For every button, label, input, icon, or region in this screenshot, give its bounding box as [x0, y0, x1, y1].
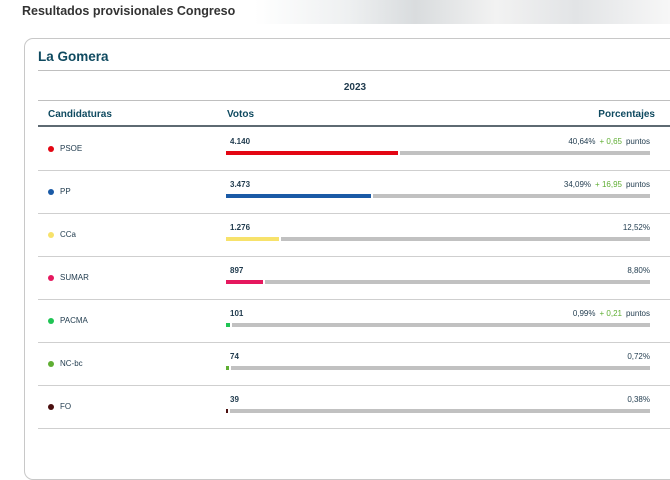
bar-gap: [263, 280, 265, 284]
party-color-dot: [48, 318, 54, 324]
party-row[interactable]: FO 39 0,38%: [38, 385, 670, 429]
delta-unit: puntos: [625, 180, 650, 189]
percentage-cell: 0,38%: [627, 395, 650, 404]
bar-gap: [279, 237, 281, 241]
bar-gap: [398, 151, 400, 155]
bar-gap: [228, 409, 230, 413]
percentage-value: 0,99%: [572, 309, 596, 318]
percentage-value: 0,38%: [627, 395, 650, 404]
party-color-dot: [48, 189, 54, 195]
percentage-cell: 8,80%: [627, 266, 650, 275]
percentage-cell: 0,72%: [627, 352, 650, 361]
bar-gap: [371, 194, 373, 198]
party-row[interactable]: PSOE 4.140 40,64% + 0,65 puntos: [38, 127, 670, 171]
column-header-candidaturas: Candidaturas: [48, 109, 112, 120]
party-color-dot: [48, 146, 54, 152]
party-row[interactable]: NC-bc 74 0,72%: [38, 342, 670, 386]
vote-share-fill: [226, 151, 398, 155]
vote-count: 1.276: [230, 223, 251, 232]
bar-gap: [230, 323, 232, 327]
vote-count: 4.140: [230, 137, 251, 146]
column-header-votos: Votos: [227, 109, 255, 120]
delta-value: + 16,95: [595, 180, 622, 189]
vote-share-bar: [226, 237, 650, 241]
delta-value: + 0,65: [599, 137, 622, 146]
vote-count: 897: [230, 266, 244, 275]
vote-count: 3.473: [230, 180, 251, 189]
party-color-dot: [48, 275, 54, 281]
column-header-porcentajes: Porcentajes: [598, 109, 655, 120]
percentage-value: 34,09%: [563, 180, 592, 189]
top-banner: Resultados provisionales Congreso: [0, 0, 670, 24]
percentage-value: 12,52%: [622, 223, 650, 232]
party-color-dot: [48, 232, 54, 238]
page-title: Resultados provisionales Congreso: [22, 4, 236, 18]
bar-gap: [229, 366, 231, 370]
vote-share-bar: [226, 194, 650, 198]
vote-share-bar: [226, 280, 650, 284]
party-name: SUMAR: [60, 273, 89, 282]
vote-share-bar: [226, 151, 650, 155]
party-row[interactable]: SUMAR 897 8,80%: [38, 256, 670, 300]
party-name: FO: [60, 402, 72, 411]
percentage-value: 0,72%: [627, 352, 650, 361]
results-card: La Gomera 2023 Candidaturas Votos Porcen…: [24, 38, 670, 480]
delta-value: + 0,21: [599, 309, 622, 318]
divider: [38, 70, 670, 71]
party-name: CCa: [60, 230, 77, 239]
party-name: NC-bc: [60, 359, 83, 368]
percentage-cell: 40,64% + 0,65 puntos: [568, 137, 650, 146]
divider: [38, 100, 670, 101]
delta-unit: puntos: [625, 309, 650, 318]
vote-share-bar: [226, 366, 650, 370]
vote-share-bar: [226, 409, 650, 413]
party-name: PSOE: [60, 144, 83, 153]
party-row[interactable]: PP 3.473 34,09% + 16,95 puntos: [38, 170, 670, 214]
vote-count: 74: [230, 352, 239, 361]
percentage-value: 8,80%: [627, 266, 650, 275]
party-color-dot: [48, 361, 54, 367]
year-label: 2023: [343, 82, 367, 93]
vote-count: 39: [230, 395, 239, 404]
party-color-dot: [48, 404, 54, 410]
party-name: PP: [60, 187, 71, 196]
party-row[interactable]: CCa 1.276 12,52%: [38, 213, 670, 257]
vote-share-fill: [226, 237, 279, 241]
vote-share-bar: [226, 323, 650, 327]
vote-share-fill: [226, 280, 263, 284]
vote-share-fill: [226, 194, 371, 198]
delta-unit: puntos: [625, 137, 650, 146]
percentage-cell: 34,09% + 16,95 puntos: [564, 180, 650, 189]
region-title: La Gomera: [38, 49, 109, 64]
party-name: PACMA: [60, 316, 88, 325]
percentage-cell: 0,99% + 0,21 puntos: [573, 309, 650, 318]
percentage-cell: 12,52%: [623, 223, 650, 232]
percentage-value: 40,64%: [568, 137, 596, 146]
vote-count: 101: [230, 309, 244, 318]
party-row[interactable]: PACMA 101 0,99% + 0,21 puntos: [38, 299, 670, 343]
